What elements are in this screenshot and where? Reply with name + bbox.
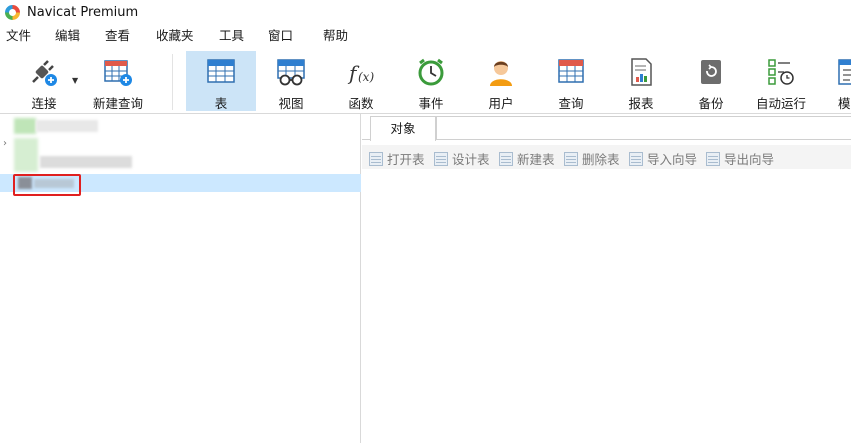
svg-text:(x): (x) (358, 70, 374, 84)
menu-help[interactable]: 帮助 (323, 24, 348, 48)
database-icon-blurred (14, 138, 38, 172)
menu-file[interactable]: 文件 (6, 24, 31, 48)
delete-table-label: 删除表 (582, 152, 620, 167)
toolbar-backup-button[interactable]: 备份 (676, 51, 746, 111)
connect-button[interactable]: 连接 (14, 51, 74, 111)
menu-view[interactable]: 查看 (105, 24, 130, 48)
plug-icon (29, 57, 59, 87)
report-label: 报表 (628, 96, 654, 111)
connection-name-blurred[interactable] (36, 120, 98, 132)
import-wizard-button[interactable]: 导入向导 (629, 149, 697, 168)
new-query-button[interactable]: 新建查询 (88, 51, 148, 111)
new-table-icon (499, 151, 513, 166)
view-icon (276, 57, 306, 87)
connect-label: 连接 (31, 96, 57, 111)
expand-arrow-icon[interactable]: › (3, 138, 7, 149)
object-panel: 对象 打开表 设计表 新建表 删除表 导入向导 导出向导 (362, 114, 851, 443)
user-icon (486, 57, 516, 87)
open-table-button[interactable]: 打开表 (369, 149, 425, 168)
toolbar-function-button[interactable]: f (x) 函数 (326, 51, 396, 111)
tab-bar: 对象 (362, 114, 851, 141)
menu-edit[interactable]: 编辑 (55, 24, 80, 48)
automation-icon (766, 57, 796, 87)
automation-label: 自动运行 (755, 96, 806, 111)
import-wizard-icon (629, 151, 643, 166)
toolbar-view-button[interactable]: 视图 (256, 51, 326, 111)
toolbar-automation-button[interactable]: 自动运行 (746, 51, 816, 111)
backup-label: 备份 (698, 96, 724, 111)
title-bar: Navicat Premium (0, 0, 851, 24)
navicat-logo-icon (5, 4, 20, 20)
table-label: 表 (214, 96, 228, 111)
toolbar-event-button[interactable]: 事件 (396, 51, 466, 111)
open-table-label: 打开表 (387, 152, 425, 167)
menu-window[interactable]: 窗口 (268, 24, 293, 48)
event-clock-icon (416, 57, 446, 87)
table-icon (206, 57, 236, 87)
toolbar-query-button[interactable]: 查询 (536, 51, 606, 111)
open-table-icon (369, 151, 383, 166)
database-name-blurred[interactable] (40, 156, 132, 168)
toolbar-model-button[interactable]: 模 (826, 51, 851, 111)
object-toolbar: 打开表 设计表 新建表 删除表 导入向导 导出向导 (362, 145, 851, 169)
connect-dropdown-icon[interactable]: ▼ (72, 76, 78, 85)
view-label: 视图 (278, 96, 304, 111)
menu-bar: 文件 编辑 查看 收藏夹 工具 窗口 帮助 (0, 24, 851, 48)
model-icon (836, 57, 851, 87)
delete-table-button[interactable]: 删除表 (564, 149, 620, 168)
function-icon: f (x) (346, 57, 376, 87)
tab-objects[interactable]: 对象 (370, 116, 436, 141)
new-query-label: 新建查询 (92, 96, 143, 111)
user-label: 用户 (488, 96, 514, 111)
new-table-label: 新建表 (517, 152, 555, 167)
query-icon (556, 57, 586, 87)
design-table-label: 设计表 (452, 152, 490, 167)
toolbar-table-button[interactable]: 表 (186, 51, 256, 111)
export-wizard-button[interactable]: 导出向导 (706, 149, 774, 168)
window-title: Navicat Premium (27, 4, 139, 20)
export-wizard-icon (706, 151, 720, 166)
connection-tree-panel[interactable]: › (0, 114, 361, 443)
design-table-button[interactable]: 设计表 (434, 149, 490, 168)
main-toolbar: 连接 ▼ 新建查询 表 视图 f (x) 函数 事件 用户 查询 报表 备份 自… (0, 48, 851, 114)
connection-icon-blurred (14, 118, 36, 134)
highlight-box (13, 174, 81, 196)
import-wizard-label: 导入向导 (647, 152, 698, 167)
menu-tools[interactable]: 工具 (219, 24, 244, 48)
design-table-icon (434, 151, 448, 166)
report-icon (626, 57, 656, 87)
model-label: 模 (838, 96, 851, 111)
export-wizard-label: 导出向导 (724, 152, 775, 167)
event-label: 事件 (418, 96, 444, 111)
function-label: 函数 (348, 96, 374, 111)
tab-bar-fill (436, 116, 851, 140)
new-table-button[interactable]: 新建表 (499, 149, 555, 168)
backup-icon (696, 57, 726, 87)
toolbar-separator (172, 54, 173, 110)
toolbar-report-button[interactable]: 报表 (606, 51, 676, 111)
new-query-icon (103, 57, 133, 87)
query-label: 查询 (558, 96, 584, 111)
toolbar-user-button[interactable]: 用户 (466, 51, 536, 111)
menu-favorites[interactable]: 收藏夹 (156, 24, 194, 48)
delete-table-icon (564, 151, 578, 166)
